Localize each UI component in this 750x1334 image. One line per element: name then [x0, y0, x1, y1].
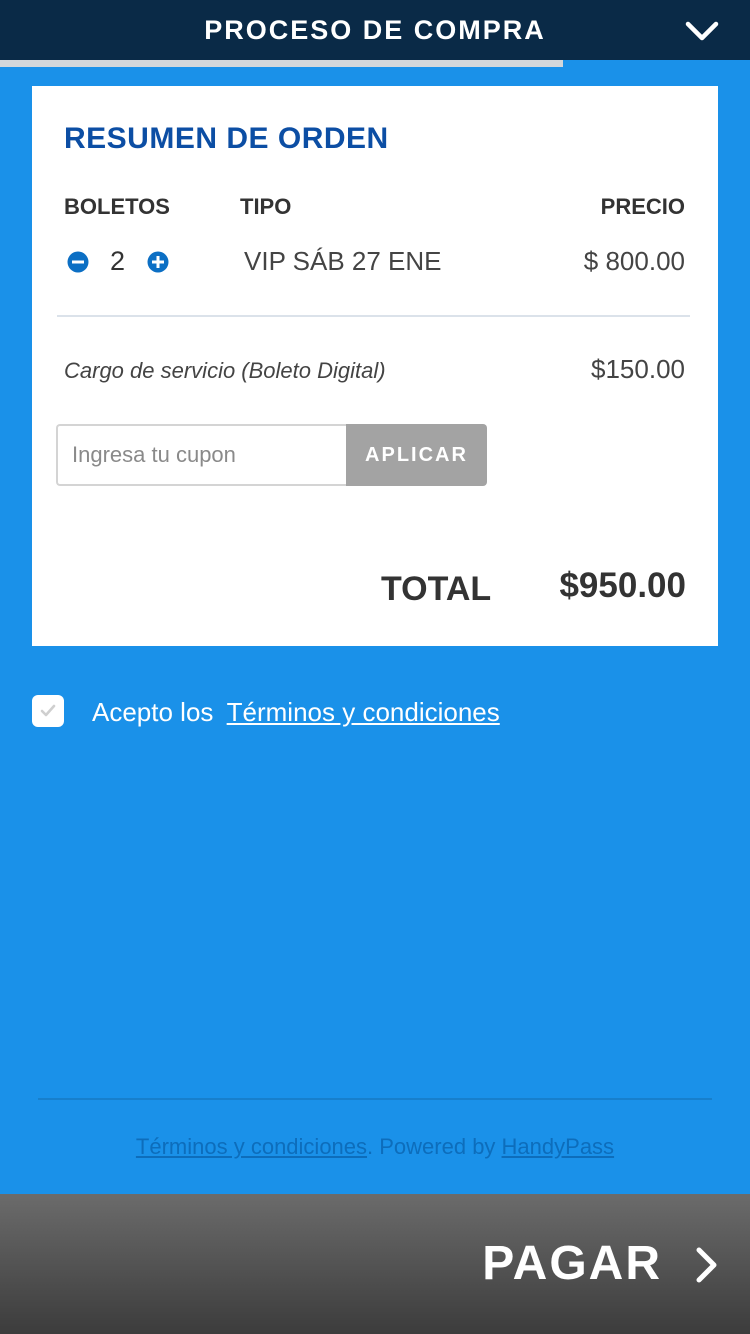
- pay-label: PAGAR: [482, 1237, 662, 1290]
- total-value: $950.00: [559, 566, 686, 605]
- footer-powered-by: . Powered by: [367, 1134, 502, 1159]
- order-summary-card: RESUMEN DE ORDEN BOLETOS TIPO PRECIO 2 V…: [32, 86, 718, 646]
- check-icon: [40, 704, 56, 717]
- footer: Términos y condiciones. Powered by Handy…: [0, 1134, 750, 1160]
- coupon-input[interactable]: [56, 424, 346, 486]
- chevron-down-icon[interactable]: [684, 16, 720, 44]
- column-header-tipo: TIPO: [240, 194, 292, 219]
- ticket-quantity: 2: [110, 246, 126, 276]
- service-fee-label: Cargo de servicio (Boleto Digital): [64, 358, 386, 383]
- terms-text: Acepto los Términos y condiciones: [92, 697, 500, 728]
- ticket-price: $ 800.00: [583, 246, 685, 276]
- column-header-boletos: BOLETOS: [64, 194, 170, 219]
- plus-circle-icon[interactable]: [147, 251, 169, 273]
- service-fee-value: $150.00: [591, 354, 685, 384]
- footer-terms-link[interactable]: Términos y condiciones: [136, 1134, 367, 1159]
- total-label: TOTAL: [381, 570, 492, 608]
- minus-circle-icon[interactable]: [67, 251, 89, 273]
- order-summary-heading: RESUMEN DE ORDEN: [64, 122, 389, 155]
- terms-prefix: Acepto los: [92, 697, 214, 727]
- terms-checkbox[interactable]: [32, 695, 64, 727]
- footer-divider: [38, 1098, 712, 1100]
- progress-bar: [0, 60, 563, 67]
- divider: [57, 315, 690, 317]
- ticket-type: VIP SÁB 27 ENE: [244, 246, 442, 276]
- terms-link[interactable]: Términos y condiciones: [227, 697, 500, 727]
- header-bar: PROCESO DE COMPRA: [0, 0, 750, 60]
- pay-button[interactable]: PAGAR: [0, 1194, 750, 1334]
- page-title: PROCESO DE COMPRA: [204, 15, 546, 45]
- footer-brand-link[interactable]: HandyPass: [502, 1134, 615, 1159]
- chevron-right-icon: [694, 1246, 720, 1289]
- apply-coupon-button[interactable]: APLICAR: [346, 424, 487, 486]
- column-header-precio: PRECIO: [600, 194, 685, 219]
